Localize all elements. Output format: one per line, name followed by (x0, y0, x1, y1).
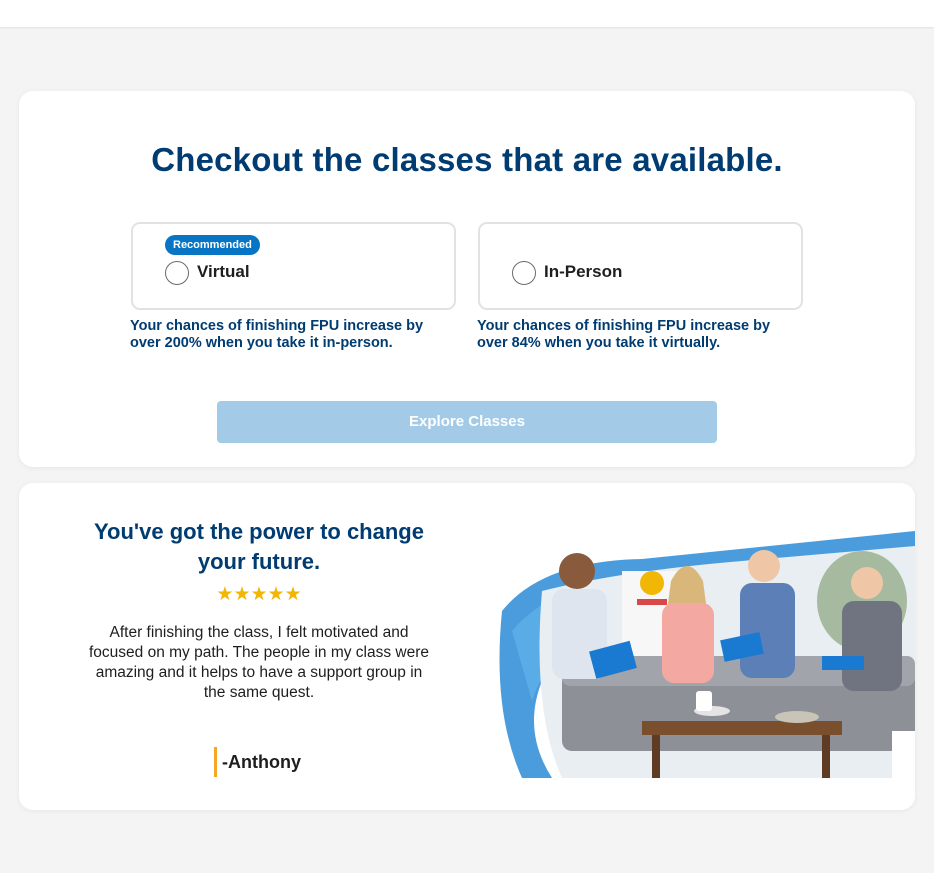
top-navigation-bar (0, 0, 934, 27)
in-person-radio[interactable] (512, 261, 536, 285)
option-virtual-label: Virtual (197, 262, 250, 281)
in-person-note: Your chances of finishing FPU increase b… (477, 318, 771, 351)
testimonial-author-block: -Anthony (214, 747, 301, 777)
group-study-photo (499, 531, 915, 778)
star-rating: ★★★★★ (216, 584, 302, 605)
testimonial-quote: After finishing the class, I felt motiva… (88, 624, 430, 701)
class-selection-card: Checkout the classes that are available.… (19, 91, 915, 467)
option-in-person[interactable]: In-Person (478, 222, 803, 310)
page-title: Checkout the classes that are available. (151, 141, 783, 178)
virtual-radio[interactable] (165, 261, 189, 285)
option-virtual[interactable]: Recommended Virtual (131, 222, 456, 310)
testimonial-card: You've got the power to change your futu… (19, 483, 915, 810)
option-in-person-label: In-Person (544, 262, 623, 281)
testimonial-author: -Anthony (222, 752, 301, 772)
recommended-badge: Recommended (165, 235, 260, 255)
virtual-note: Your chances of finishing FPU increase b… (130, 318, 424, 351)
testimonial-title: You've got the power to change your futu… (94, 519, 424, 574)
explore-classes-button[interactable]: Explore Classes (217, 401, 717, 443)
